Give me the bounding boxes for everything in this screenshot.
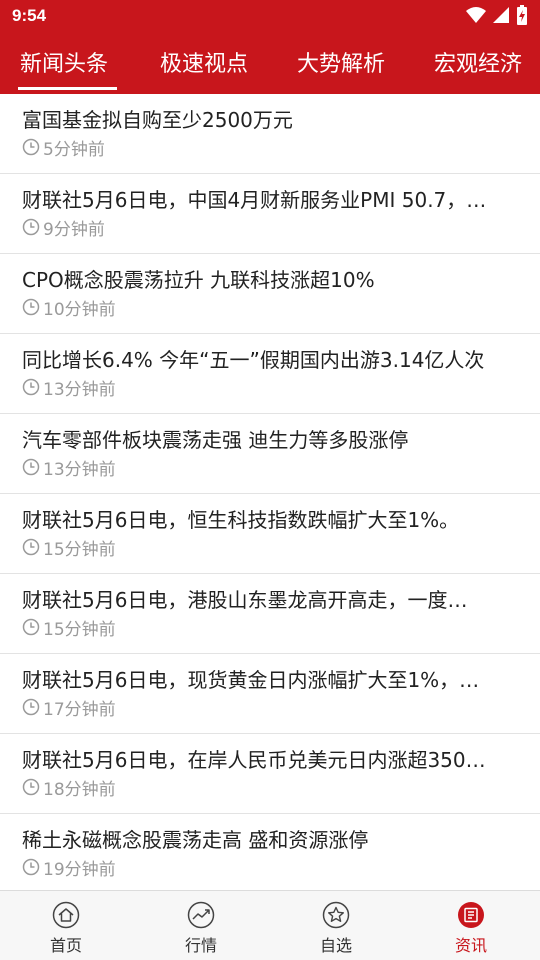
chart-icon	[187, 901, 215, 929]
status-icons	[466, 5, 528, 25]
nav-watchlist-label: 自选	[319, 936, 352, 955]
news-title: 汽车零部件板块震荡走强 迪生力等多股涨停	[22, 428, 409, 452]
news-meta: 19分钟前	[22, 857, 116, 880]
nav-market[interactable]: 行情	[161, 899, 241, 957]
news-title: CPO概念股震荡拉升 九联科技涨超10%	[22, 268, 375, 292]
news-time: 18分钟前	[43, 779, 116, 800]
clock-icon	[22, 458, 40, 476]
star-icon	[322, 901, 350, 929]
news-meta: 10分钟前	[22, 297, 116, 320]
tab-trend-analysis[interactable]: 大势解析	[297, 46, 385, 78]
news-time: 13分钟前	[43, 379, 116, 400]
news-meta: 5分钟前	[22, 137, 105, 160]
news-meta: 17分钟前	[22, 697, 116, 720]
status-time: 9:54	[12, 6, 47, 25]
active-tab-indicator	[18, 87, 117, 90]
news-item[interactable]: 富国基金拟自购至少2500万元 5分钟前	[0, 94, 540, 174]
clock-icon	[22, 778, 40, 796]
clock-icon	[22, 298, 40, 316]
news-time: 19分钟前	[43, 859, 116, 880]
news-item[interactable]: 财联社5月6日电，在岸人民币兑美元日内涨超350… 18分钟前	[0, 734, 540, 814]
news-item[interactable]: 稀土永磁概念股震荡走高 盛和资源涨停 19分钟前	[0, 814, 540, 890]
tab-fast-views[interactable]: 极速视点	[160, 46, 248, 78]
news-meta: 15分钟前	[22, 537, 116, 560]
news-title: 财联社5月6日电，中国4月财新服务业PMI 50.7，…	[22, 188, 487, 212]
news-time: 15分钟前	[43, 539, 116, 560]
news-meta: 9分钟前	[22, 217, 105, 240]
nav-news-label: 资讯	[454, 936, 487, 955]
tab-macro-economy[interactable]: 宏观经济	[434, 46, 522, 78]
news-item[interactable]: 汽车零部件板块震荡走强 迪生力等多股涨停 13分钟前	[0, 414, 540, 494]
news-title: 同比增长6.4% 今年“五一”假期国内出游3.14亿人次	[22, 348, 485, 372]
clock-icon	[22, 218, 40, 236]
battery-icon	[517, 5, 527, 25]
news-title: 富国基金拟自购至少2500万元	[22, 108, 293, 132]
news-meta: 13分钟前	[22, 377, 116, 400]
news-time: 13分钟前	[43, 459, 116, 480]
wifi-icon	[466, 7, 486, 23]
news-item[interactable]: CPO概念股震荡拉升 九联科技涨超10% 10分钟前	[0, 254, 540, 334]
clock-icon	[22, 698, 40, 716]
news-title: 财联社5月6日电，恒生科技指数跌幅扩大至1%。	[22, 508, 460, 532]
tab-news-headlines[interactable]: 新闻头条	[20, 46, 108, 78]
news-title: 财联社5月6日电，在岸人民币兑美元日内涨超350…	[22, 748, 486, 772]
news-time: 17分钟前	[43, 699, 116, 720]
nav-news[interactable]: 资讯	[431, 899, 511, 957]
clock-icon	[22, 618, 40, 636]
news-time: 9分钟前	[43, 219, 105, 240]
news-title: 财联社5月6日电，现货黄金日内涨幅扩大至1%，…	[22, 668, 480, 692]
news-item[interactable]: 同比增长6.4% 今年“五一”假期国内出游3.14亿人次 13分钟前	[0, 334, 540, 414]
clock-icon	[22, 378, 40, 396]
news-title: 财联社5月6日电，港股山东墨龙高开高走，一度…	[22, 588, 468, 612]
news-meta: 15分钟前	[22, 617, 116, 640]
status-bar: 9:54	[0, 0, 540, 34]
signal-icon	[493, 7, 509, 23]
home-icon	[52, 901, 80, 929]
news-time: 10分钟前	[43, 299, 116, 320]
nav-home-label: 首页	[49, 936, 82, 955]
news-item[interactable]: 财联社5月6日电，港股山东墨龙高开高走，一度… 15分钟前	[0, 574, 540, 654]
clock-icon	[22, 538, 40, 556]
channel-tab-bar: 新闻头条 极速视点 大势解析 宏观经济	[0, 34, 540, 94]
news-list[interactable]: 富国基金拟自购至少2500万元 5分钟前 财联社5月6日电，中国4月财新服务业P…	[0, 94, 540, 890]
clock-icon	[22, 858, 40, 876]
nav-watchlist[interactable]: 自选	[296, 899, 376, 957]
news-item[interactable]: 财联社5月6日电，现货黄金日内涨幅扩大至1%，… 17分钟前	[0, 654, 540, 734]
clock-icon	[22, 138, 40, 156]
news-icon	[458, 902, 484, 928]
nav-market-label: 行情	[184, 936, 217, 955]
news-title: 稀土永磁概念股震荡走高 盛和资源涨停	[22, 828, 369, 852]
news-time: 15分钟前	[43, 619, 116, 640]
news-item[interactable]: 财联社5月6日电，中国4月财新服务业PMI 50.7，… 9分钟前	[0, 174, 540, 254]
bottom-nav: 首页 行情 自选 资讯	[0, 890, 540, 960]
news-item[interactable]: 财联社5月6日电，恒生科技指数跌幅扩大至1%。 15分钟前	[0, 494, 540, 574]
nav-home[interactable]: 首页	[26, 899, 106, 957]
news-time: 5分钟前	[43, 139, 105, 160]
news-meta: 13分钟前	[22, 457, 116, 480]
news-meta: 18分钟前	[22, 777, 116, 800]
